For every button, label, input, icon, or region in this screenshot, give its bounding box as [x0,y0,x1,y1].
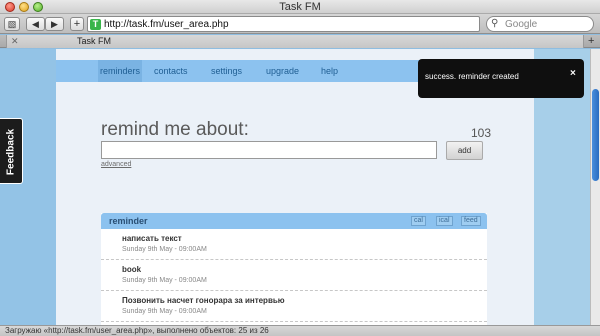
search-placeholder: Google [505,19,538,30]
status-bar: Загружаю «http://task.fm/user_area.php»,… [0,325,600,336]
add-bookmark-button[interactable]: + [70,17,84,31]
reminder-panel-title: reminder [109,216,148,226]
tab-label: Task FM [77,36,112,46]
list-item[interactable]: написать текст Sunday 9th May - 09:00AM [101,229,487,260]
sidebar-toggle-button[interactable]: ▧ [4,17,20,31]
feedback-label: Feedback [5,128,17,176]
status-text: Загружаю «http://task.fm/user_area.php»,… [5,326,269,335]
search-icon: ⚲ [491,18,499,29]
list-item[interactable]: book Sunday 9th May - 09:00AM [101,260,487,291]
list-item[interactable]: Позвонить насчет гонорара за интервью Su… [101,291,487,322]
reminder-panel-header: reminder cal ical feed [101,213,487,229]
nav-reminders[interactable]: reminders [98,60,143,82]
success-notification: success. reminder created × [418,59,584,98]
add-button[interactable]: add [446,141,483,160]
reminder-panel: reminder cal ical feed написать текст Su… [101,213,487,325]
back-button[interactable]: ◀ [26,17,45,31]
tag-cal[interactable]: cal [411,216,426,226]
tab-bar: ✕ Task FM + [0,35,600,48]
close-icon[interactable]: × [570,68,576,79]
window-titlebar: Task FM [0,0,600,14]
character-counter: 103 [471,126,492,140]
reminder-date: Sunday 9th May - 09:00AM [122,308,207,315]
browser-toolbar: ▧ ◀ ▶ + T http://task.fm/user_area.php ⚲… [0,14,600,34]
reminder-date: Sunday 9th May - 09:00AM [122,277,207,284]
reminder-title: book [122,265,142,274]
address-bar[interactable]: T http://task.fm/user_area.php [87,16,480,32]
feedback-tab[interactable]: Feedback [0,118,23,184]
forward-button[interactable]: ▶ [45,17,64,31]
new-tab-button[interactable]: + [588,35,594,47]
reminder-title: Позвонить насчет гонорара за интервью [122,296,285,305]
nav-help[interactable]: help [321,60,338,82]
tag-ical[interactable]: ical [436,216,453,226]
advanced-link[interactable]: advanced [101,161,131,168]
page-scrollbar[interactable] [590,49,600,325]
scrollbar-thumb[interactable] [592,89,599,181]
back-arrow-icon: ◀ [32,19,39,29]
notification-message: success. reminder created [425,72,519,81]
nav-upgrade[interactable]: upgrade [266,60,299,82]
tab-task-fm[interactable]: ✕ Task FM [6,35,584,48]
site-favicon-icon: T [90,19,101,30]
reminder-date: Sunday 9th May - 09:00AM [122,246,207,253]
search-field[interactable]: ⚲ Google [486,16,594,32]
window-title: Task FM [279,1,321,13]
evernote-icon: ▧ [7,19,17,29]
nav-settings[interactable]: settings [211,60,242,82]
reminder-input[interactable] [101,141,437,159]
nav-contacts[interactable]: contacts [154,60,188,82]
remind-heading: remind me about: [101,119,249,140]
forward-arrow-icon: ▶ [51,19,58,29]
reminder-title: написать текст [122,234,182,243]
tab-close-icon[interactable]: ✕ [11,35,19,48]
tag-feed[interactable]: feed [461,216,481,226]
address-url[interactable]: http://task.fm/user_area.php [104,18,229,31]
